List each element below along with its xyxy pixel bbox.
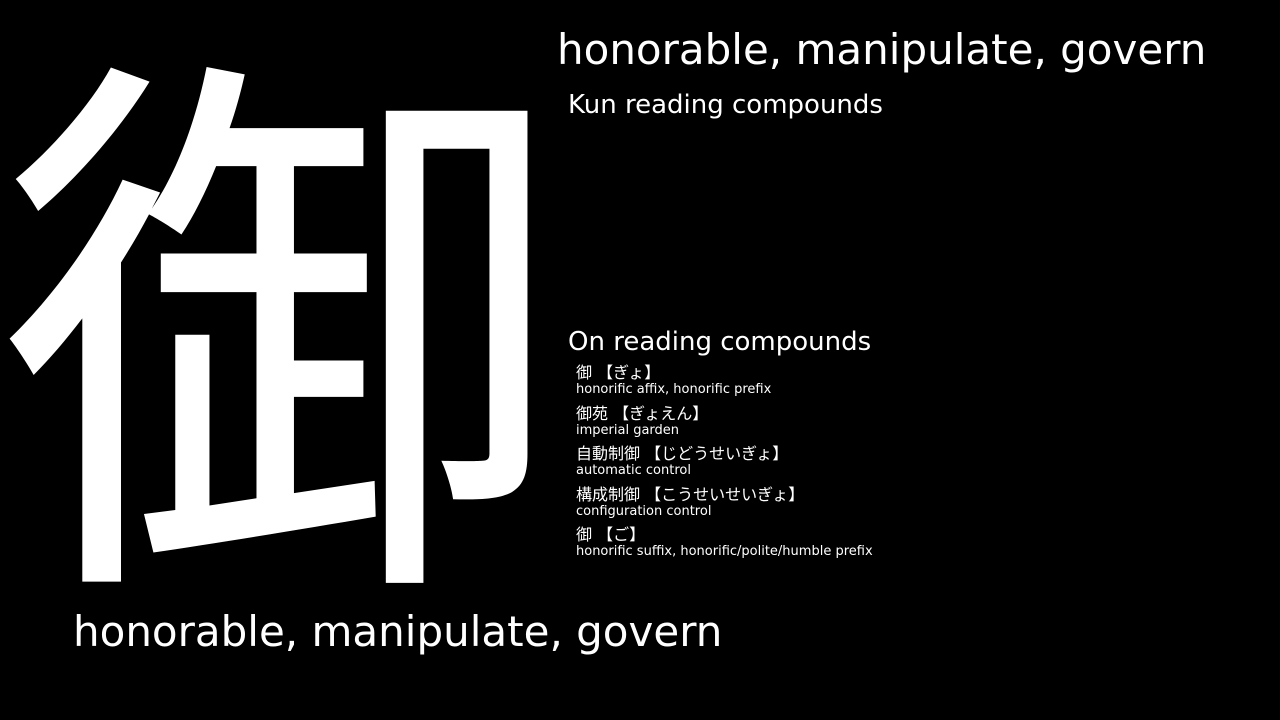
compound-word: 自動制御 【じどうせいぎょ】 (576, 444, 789, 463)
meaning-caption: honorable, manipulate, govern (73, 607, 723, 656)
compound-item: 構成制御 【こうせいせいぎょ】 configuration control (576, 485, 1256, 526)
compound-item: 御 【ご】 honorific suffix, honorific/polite… (576, 525, 1256, 566)
compound-word: 構成制御 【こうせいせいぎょ】 (576, 484, 805, 504)
compound-item: 自動制御 【じどうせいぎょ】 automatic control (576, 444, 1256, 485)
compound-meaning: honorific affix, honorific prefix (576, 382, 772, 397)
compound-meaning: automatic control (576, 463, 691, 478)
compound-meaning: honorific suffix, honorific/polite/humbl… (576, 544, 873, 559)
compound-word: 御 【ぎょ】 (576, 363, 661, 382)
on-reading-heading: On reading compounds (568, 327, 872, 357)
meaning-title: honorable, manipulate, govern (557, 25, 1207, 74)
compound-word: 御苑 【ぎょえん】 (576, 403, 709, 423)
compound-item: 御 【ぎょ】 honorific affix, honorific prefix (576, 363, 1256, 404)
compound-item: 御苑 【ぎょえん】 imperial garden (576, 404, 1256, 445)
compound-meaning: imperial garden (576, 422, 680, 438)
kanji-character: 御 (0, 19, 560, 671)
compound-meaning: configuration control (576, 503, 712, 519)
on-compound-list: 御 【ぎょ】 honorific affix, honorific prefix… (576, 363, 1256, 566)
kun-reading-heading: Kun reading compounds (568, 90, 883, 120)
compound-word: 御 【ご】 (576, 525, 646, 544)
